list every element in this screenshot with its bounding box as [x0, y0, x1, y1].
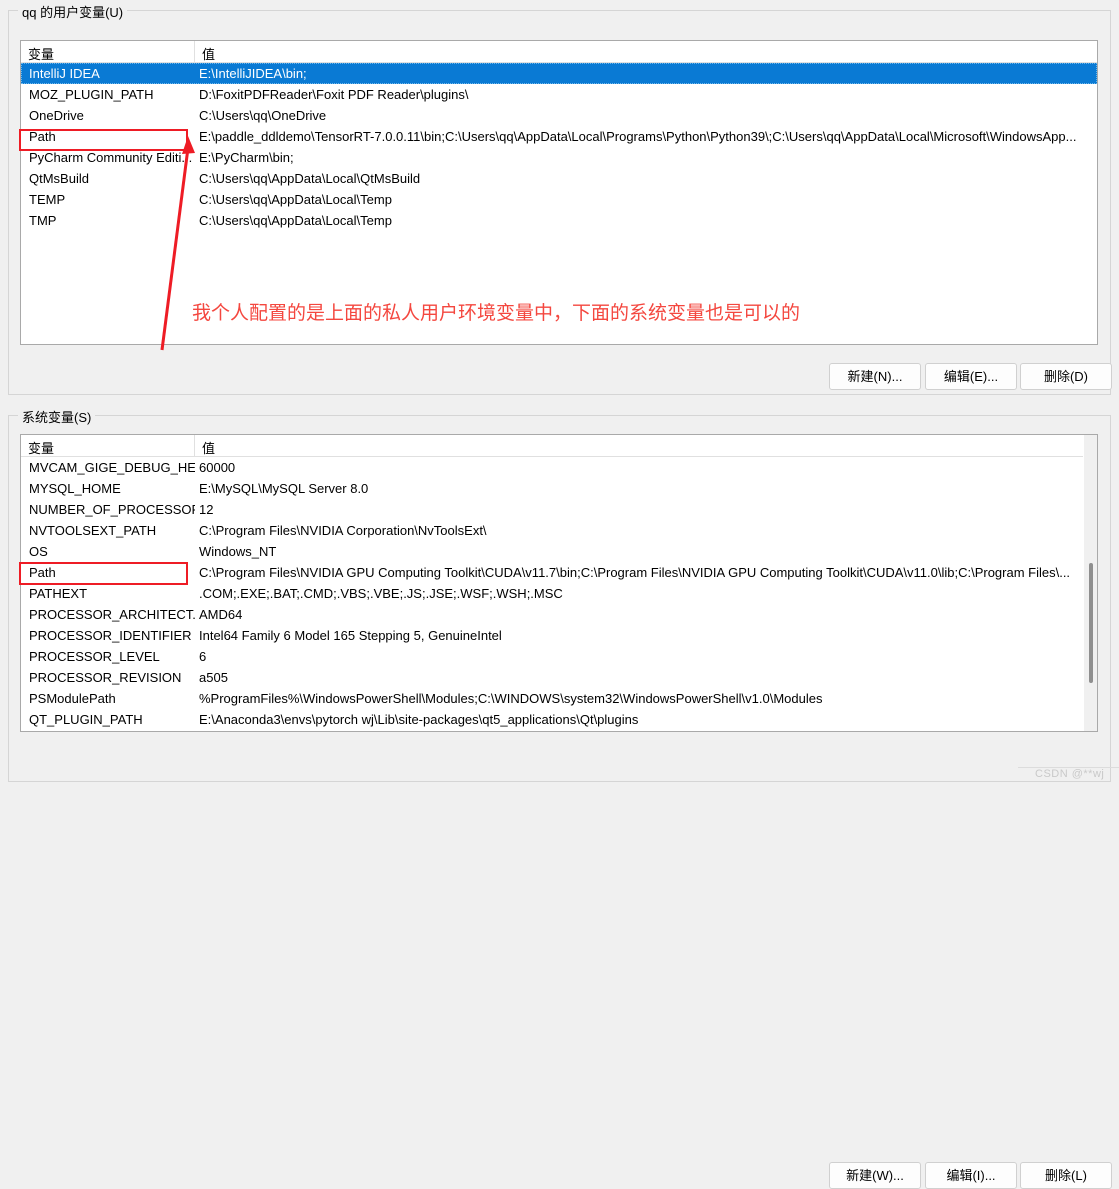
cell-variable-name: PROCESSOR_ARCHITECT...	[21, 604, 195, 625]
cell-variable-name: TEMP	[21, 189, 195, 210]
table-row[interactable]: MVCAM_GIGE_DEBUG_HE...60000	[21, 457, 1097, 478]
column-header-value[interactable]: 值	[195, 435, 1097, 456]
cell-variable-value: 60000	[195, 457, 1097, 478]
table-row[interactable]: PROCESSOR_ARCHITECT...AMD64	[21, 604, 1097, 625]
cell-variable-value: E:\IntelliJIDEA\bin;	[195, 63, 1097, 84]
table-row[interactable]: NVTOOLSEXT_PATHC:\Program Files\NVIDIA C…	[21, 520, 1097, 541]
cell-variable-name: PATHEXT	[21, 583, 195, 604]
cell-variable-value: %ProgramFiles%\WindowsPowerShell\Modules…	[195, 688, 1097, 709]
cell-variable-name: NVTOOLSEXT_PATH	[21, 520, 195, 541]
table-row[interactable]: OSWindows_NT	[21, 541, 1097, 562]
cell-variable-name: PROCESSOR_REVISION	[21, 667, 195, 688]
cell-variable-value: AMD64	[195, 604, 1097, 625]
user-variables-rows: IntelliJ IDEAE:\IntelliJIDEA\bin;MOZ_PLU…	[21, 63, 1097, 231]
cell-variable-value: D:\FoxitPDFReader\Foxit PDF Reader\plugi…	[195, 84, 1097, 105]
cell-variable-value: C:\Users\qq\AppData\Local\Temp	[195, 210, 1097, 231]
table-row[interactable]: PyCharm Community Editi...E:\PyCharm\bin…	[21, 147, 1097, 168]
cell-variable-name: MYSQL_HOME	[21, 478, 195, 499]
cell-variable-value: 6	[195, 646, 1097, 667]
table-row[interactable]: NUMBER_OF_PROCESSORS12	[21, 499, 1097, 520]
table-row[interactable]: QT_PLUGIN_PATHE:\Anaconda3\envs\pytorch …	[21, 709, 1097, 730]
cell-variable-name: TMP	[21, 210, 195, 231]
system-new-button[interactable]: 新建(W)...	[829, 1162, 921, 1189]
column-header-value[interactable]: 值	[195, 41, 1097, 62]
table-row[interactable]: TEMPC:\Users\qq\AppData\Local\Temp	[21, 189, 1097, 210]
system-delete-button[interactable]: 删除(L)	[1020, 1162, 1112, 1189]
table-row[interactable]: PathC:\Program Files\NVIDIA GPU Computin…	[21, 562, 1097, 583]
cell-variable-name: PROCESSOR_IDENTIFIER	[21, 625, 195, 646]
user-variables-listview[interactable]: 变量 值 IntelliJ IDEAE:\IntelliJIDEA\bin;MO…	[20, 40, 1098, 345]
table-row[interactable]: MYSQL_HOMEE:\MySQL\MySQL Server 8.0	[21, 478, 1097, 499]
column-header-variable[interactable]: 变量	[21, 41, 195, 62]
table-row[interactable]: PathE:\paddle_ddldemo\TensorRT-7.0.0.11\…	[21, 126, 1097, 147]
cell-variable-name: NUMBER_OF_PROCESSORS	[21, 499, 195, 520]
cell-variable-value: Intel64 Family 6 Model 165 Stepping 5, G…	[195, 625, 1097, 646]
cell-variable-value: Windows_NT	[195, 541, 1097, 562]
cell-variable-name: OS	[21, 541, 195, 562]
cell-variable-value: C:\Users\qq\OneDrive	[195, 105, 1097, 126]
cell-variable-name: PSModulePath	[21, 688, 195, 709]
table-row[interactable]: QtMsBuildC:\Users\qq\AppData\Local\QtMsB…	[21, 168, 1097, 189]
table-row[interactable]: PATHEXT.COM;.EXE;.BAT;.CMD;.VBS;.VBE;.JS…	[21, 583, 1097, 604]
scrollbar-thumb[interactable]	[1089, 563, 1093, 683]
cell-variable-value: E:\MySQL\MySQL Server 8.0	[195, 478, 1097, 499]
table-row[interactable]: OneDriveC:\Users\qq\OneDrive	[21, 105, 1097, 126]
cell-variable-name: Path	[21, 562, 195, 583]
system-variables-scrollbar[interactable]	[1083, 435, 1097, 731]
user-new-button[interactable]: 新建(N)...	[829, 363, 921, 390]
cell-variable-value: .COM;.EXE;.BAT;.CMD;.VBS;.VBE;.JS;.JSE;.…	[195, 583, 1097, 604]
cell-variable-name: MOZ_PLUGIN_PATH	[21, 84, 195, 105]
cell-variable-value: C:\Users\qq\AppData\Local\Temp	[195, 189, 1097, 210]
column-header-variable[interactable]: 变量	[21, 435, 195, 456]
user-edit-button[interactable]: 编辑(E)...	[925, 363, 1017, 390]
table-row[interactable]: IntelliJ IDEAE:\IntelliJIDEA\bin;	[21, 63, 1097, 84]
table-row[interactable]: PROCESSOR_IDENTIFIERIntel64 Family 6 Mod…	[21, 625, 1097, 646]
table-row[interactable]: TMPC:\Users\qq\AppData\Local\Temp	[21, 210, 1097, 231]
cell-variable-name: OneDrive	[21, 105, 195, 126]
cell-variable-name: QT_PLUGIN_PATH	[21, 709, 195, 730]
user-variables-legend: qq 的用户变量(U)	[18, 2, 127, 21]
cell-variable-value: C:\Users\qq\AppData\Local\QtMsBuild	[195, 168, 1097, 189]
cell-variable-name: Path	[21, 126, 195, 147]
system-variables-header: 变量 值	[21, 435, 1097, 457]
cell-variable-value: a505	[195, 667, 1097, 688]
user-variables-group: qq 的用户变量(U) 变量 值 IntelliJ IDEAE:\Intelli…	[8, 10, 1111, 395]
user-delete-button[interactable]: 删除(D)	[1020, 363, 1112, 390]
table-row[interactable]: MOZ_PLUGIN_PATHD:\FoxitPDFReader\Foxit P…	[21, 84, 1097, 105]
cell-variable-name: PyCharm Community Editi...	[21, 147, 195, 168]
cell-variable-name: PROCESSOR_LEVEL	[21, 646, 195, 667]
cell-variable-value: C:\Program Files\NVIDIA GPU Computing To…	[195, 562, 1097, 583]
user-variables-header: 变量 值	[21, 41, 1097, 63]
table-row[interactable]: PSModulePath%ProgramFiles%\WindowsPowerS…	[21, 688, 1097, 709]
table-row[interactable]: PROCESSOR_REVISIONa505	[21, 667, 1097, 688]
cell-variable-value: 12	[195, 499, 1097, 520]
cell-variable-value: E:\Anaconda3\envs\pytorch wj\Lib\site-pa…	[195, 709, 1097, 730]
cell-variable-name: MVCAM_GIGE_DEBUG_HE...	[21, 457, 195, 478]
cell-variable-value: E:\paddle_ddldemo\TensorRT-7.0.0.11\bin;…	[195, 126, 1097, 147]
system-variables-group: 系统变量(S) 变量 值 MVCAM_GIGE_DEBUG_HE...60000…	[8, 415, 1111, 782]
system-edit-button[interactable]: 编辑(I)...	[925, 1162, 1017, 1189]
cell-variable-value: E:\PyCharm\bin;	[195, 147, 1097, 168]
cell-variable-name: IntelliJ IDEA	[21, 63, 195, 84]
system-variables-listview[interactable]: 变量 值 MVCAM_GIGE_DEBUG_HE...60000MYSQL_HO…	[20, 434, 1098, 732]
system-variables-legend: 系统变量(S)	[18, 407, 95, 426]
table-row[interactable]: PROCESSOR_LEVEL6	[21, 646, 1097, 667]
cell-variable-value: C:\Program Files\NVIDIA Corporation\NvTo…	[195, 520, 1097, 541]
cell-variable-name: QtMsBuild	[21, 168, 195, 189]
system-variables-rows: MVCAM_GIGE_DEBUG_HE...60000MYSQL_HOMEE:\…	[21, 457, 1097, 730]
